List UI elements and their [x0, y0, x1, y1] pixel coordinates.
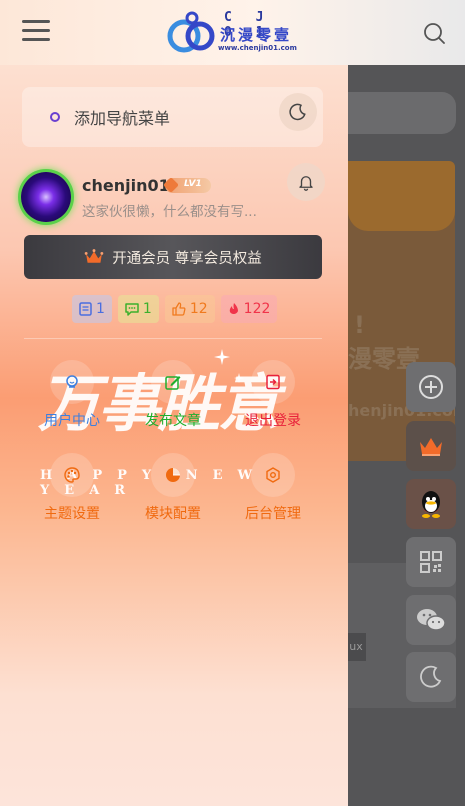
- banner-text: !: [354, 311, 365, 339]
- pie-icon-wrap: [151, 453, 195, 497]
- stat-value: 122: [243, 301, 271, 317]
- stat-value: 12: [189, 301, 208, 317]
- user-center-link[interactable]: 用户中心: [32, 360, 112, 430]
- qrcode-icon: [420, 551, 442, 573]
- moon-icon: [420, 665, 442, 688]
- settings-icon: [266, 467, 280, 483]
- user-avatar[interactable]: [21, 172, 71, 222]
- article-icon: [79, 302, 92, 316]
- stat-comments[interactable]: 1: [117, 295, 159, 323]
- menu-icon-line: [22, 29, 50, 32]
- search-icon[interactable]: [423, 22, 445, 44]
- level-badge: LV1: [163, 177, 211, 193]
- stat-likes[interactable]: 12: [164, 295, 215, 323]
- float-qq-button[interactable]: [406, 479, 456, 529]
- crown-icon: [420, 438, 442, 456]
- qq-icon: [422, 491, 440, 518]
- pie-icon: [166, 468, 180, 482]
- banner-drip: [348, 161, 455, 231]
- logout-label: 退出登录: [245, 413, 301, 429]
- logo-text-main: 沉漫零壹: [220, 26, 293, 44]
- site-logo[interactable]: C J 0 1 沉漫零壹 www.chenjin01.com: [166, 8, 302, 56]
- top-header: C J 0 1 沉漫零壹 www.chenjin01.com: [0, 0, 465, 65]
- side-drawer: 添加导航菜单 chenjin01 LV1 这家伙很懒，什么都没有写... 开通会…: [0, 65, 348, 806]
- theme-toggle-button[interactable]: [279, 93, 317, 131]
- logout-icon: [266, 374, 280, 390]
- plus-circle-icon: [419, 375, 443, 399]
- user-description: 这家伙很懒，什么都没有写...: [82, 204, 257, 220]
- sparkle-icon: [214, 349, 230, 365]
- logout-link[interactable]: 退出登录: [233, 360, 313, 430]
- add-nav-menu-link[interactable]: 添加导航菜单: [50, 105, 170, 129]
- theme-settings-link[interactable]: 主题设置: [32, 453, 112, 523]
- user-stats: 1 1 12 122: [72, 295, 278, 323]
- notification-button[interactable]: [287, 163, 325, 201]
- palette-icon: [64, 467, 80, 483]
- edit-icon-wrap: [151, 360, 195, 404]
- float-wechat-button[interactable]: [406, 595, 456, 645]
- publish-article-link[interactable]: 发布文章: [133, 360, 213, 430]
- module-config-label: 模块配置: [145, 506, 201, 522]
- add-nav-menu-label: 添加导航菜单: [74, 109, 171, 128]
- vip-upgrade-label: 开通会员 尊享会员权益: [112, 250, 262, 267]
- admin-panel-link[interactable]: 后台管理: [233, 453, 313, 523]
- user-icon-wrap: [50, 360, 94, 404]
- float-add-button[interactable]: [406, 362, 456, 412]
- nav-menu-box: 添加导航菜单: [22, 87, 323, 147]
- menu-icon-line: [22, 20, 50, 23]
- stat-value: 1: [96, 301, 105, 317]
- float-qrcode-button[interactable]: [406, 537, 456, 587]
- crown-icon: [84, 249, 104, 263]
- user-name[interactable]: chenjin01: [82, 176, 170, 195]
- divider: [24, 338, 322, 339]
- edit-icon: [165, 376, 181, 390]
- settings-icon-wrap: [251, 453, 295, 497]
- stat-hot[interactable]: 122: [220, 295, 278, 323]
- level-text: LV1: [184, 179, 202, 189]
- admin-panel-label: 后台管理: [245, 506, 301, 522]
- background-search-bar: [348, 92, 456, 134]
- background-banner: ! 漫零壹 henjin01.com: [348, 161, 455, 461]
- menu-icon-line: [22, 38, 50, 41]
- stat-articles[interactable]: 1: [72, 295, 112, 323]
- bell-icon: [299, 176, 313, 191]
- circle-icon: [50, 112, 60, 122]
- user-icon: [66, 375, 78, 388]
- module-config-link[interactable]: 模块配置: [133, 453, 213, 523]
- moon-icon: [289, 103, 306, 121]
- float-darkmode-button[interactable]: [406, 652, 456, 702]
- wechat-icon: [417, 609, 446, 631]
- logo-mark-icon: [167, 11, 215, 53]
- user-center-label: 用户中心: [44, 413, 100, 429]
- stat-value: 1: [142, 301, 152, 317]
- like-icon: [172, 302, 186, 316]
- logo-text-url: www.chenjin01.com: [218, 44, 297, 52]
- comment-icon: [125, 302, 139, 316]
- float-vip-button[interactable]: [406, 421, 456, 471]
- publish-article-label: 发布文章: [145, 413, 201, 429]
- palette-icon-wrap: [50, 453, 94, 497]
- fire-icon: [229, 302, 238, 314]
- theme-settings-label: 主题设置: [44, 506, 100, 522]
- menu-toggle-button[interactable]: [22, 20, 50, 46]
- vip-upgrade-button[interactable]: 开通会员 尊享会员权益: [24, 235, 322, 279]
- logout-icon-wrap: [251, 360, 295, 404]
- background-tag: ux: [348, 633, 366, 661]
